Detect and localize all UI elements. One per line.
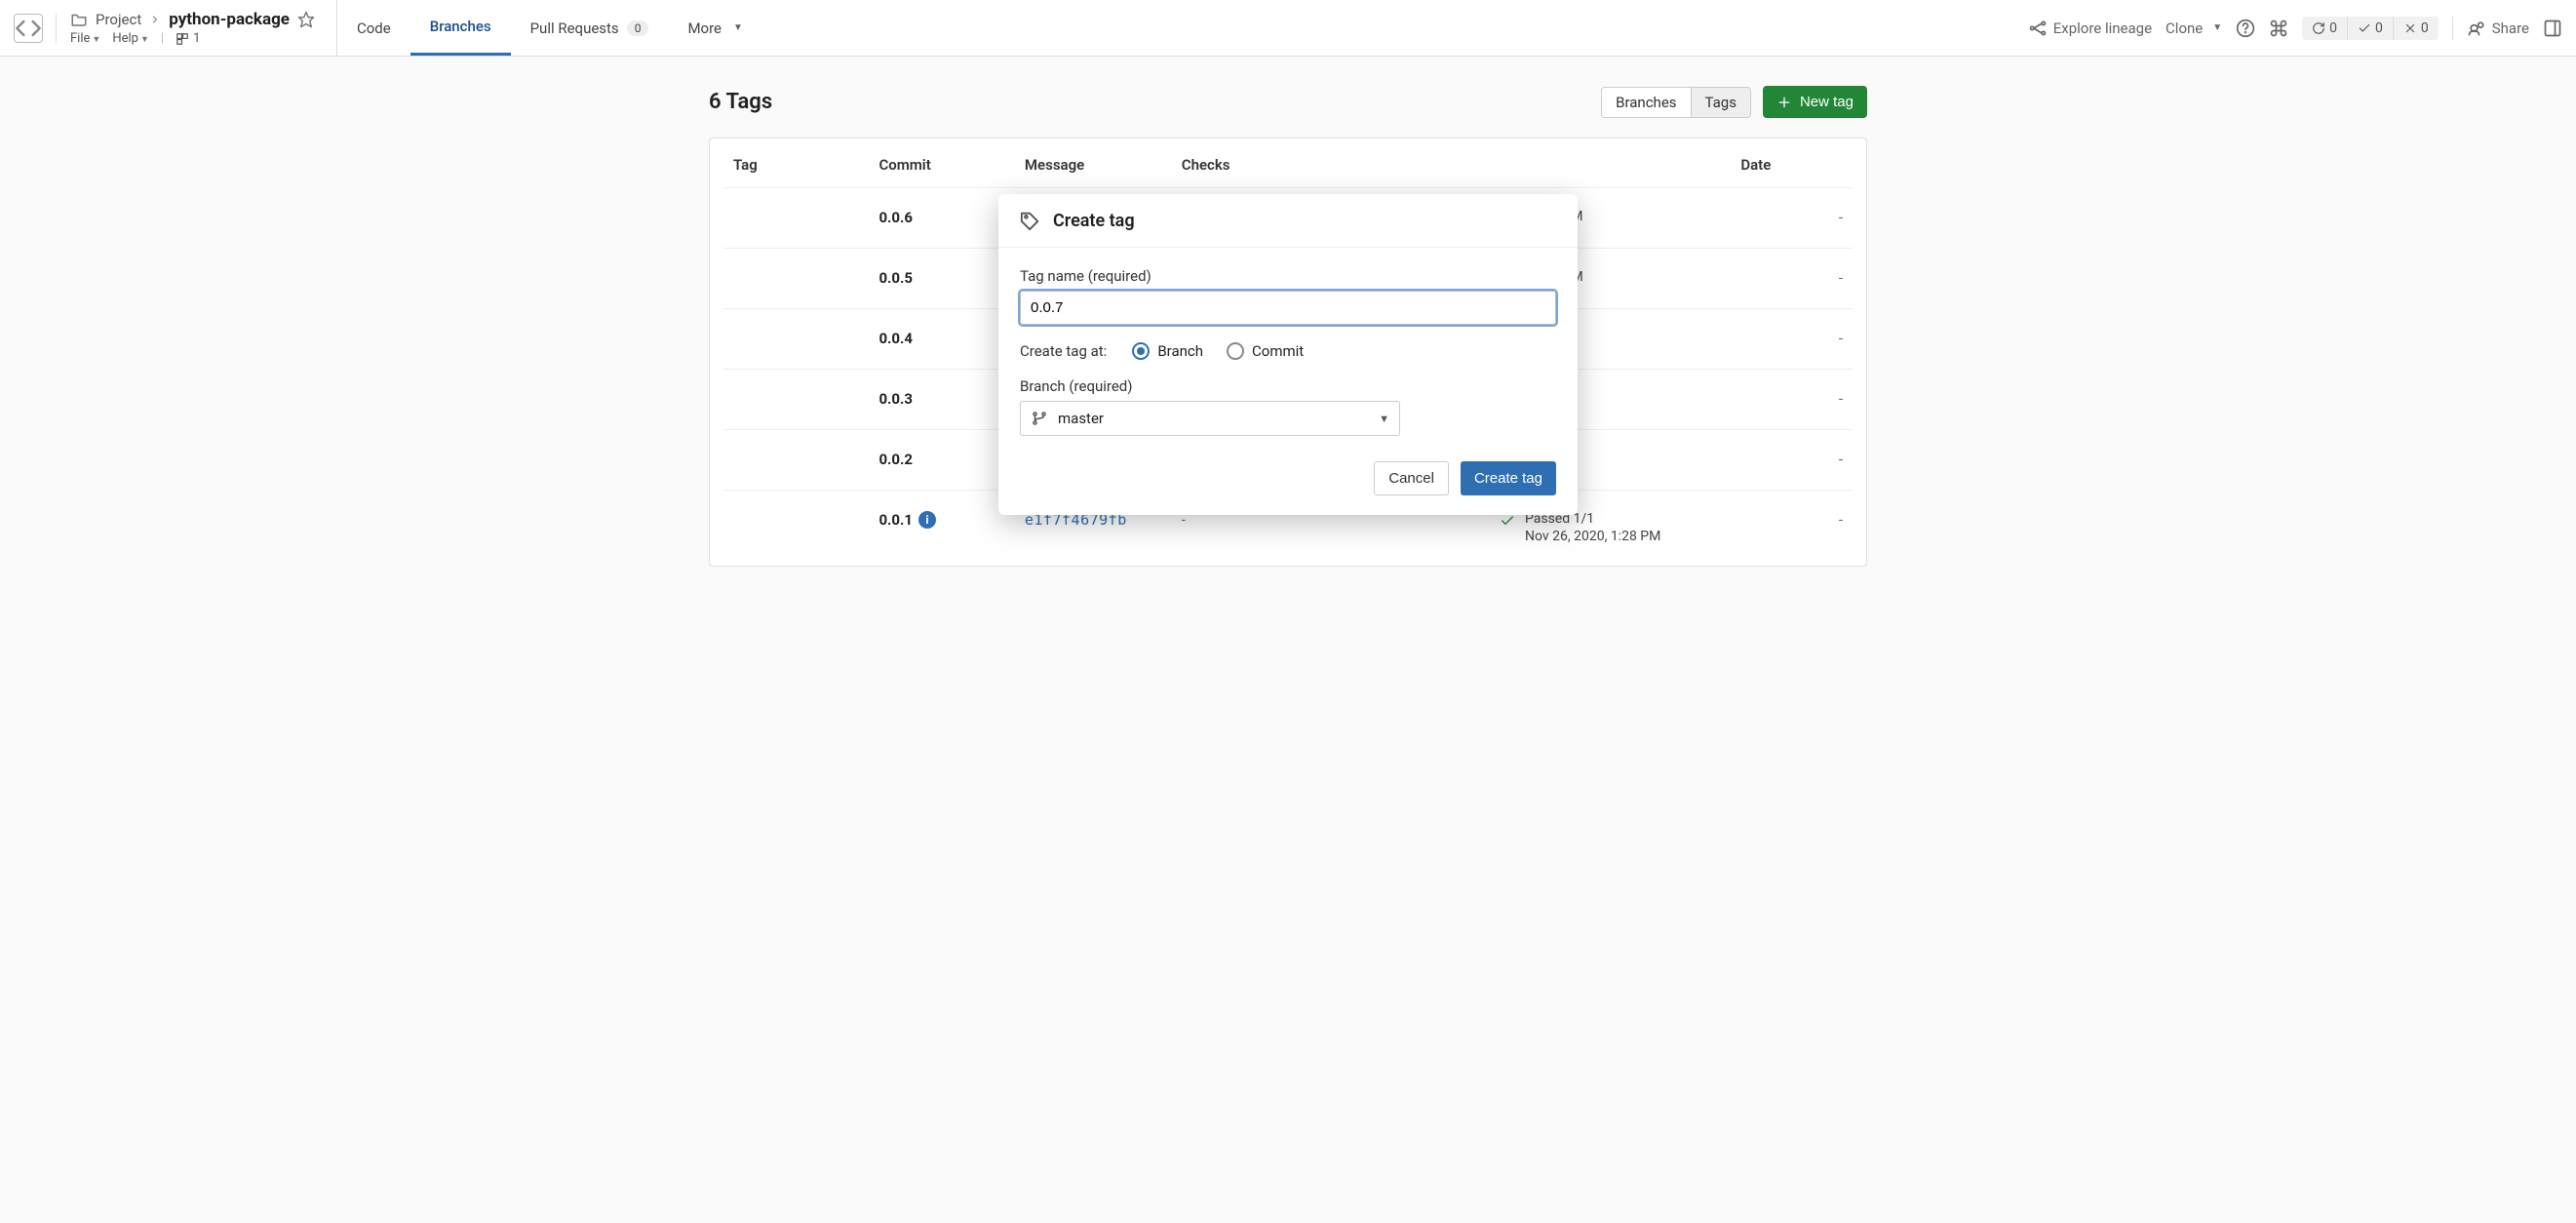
chevron-down-icon: ▼ <box>1379 413 1389 425</box>
file-menu[interactable]: File▼ <box>70 31 100 46</box>
col-checks: Checks <box>1158 138 1476 187</box>
code-icon <box>15 15 42 42</box>
help-menu[interactable]: Help▼ <box>112 31 149 46</box>
status-checks[interactable]: 0 <box>2348 17 2394 40</box>
tab-code[interactable]: Code <box>337 0 410 56</box>
check-small-icon <box>2358 21 2371 35</box>
info-icon[interactable]: i <box>918 511 936 529</box>
col-commit: Commit <box>855 138 1000 187</box>
tag-name[interactable]: 0.0.5 <box>878 269 977 287</box>
panel-icon[interactable] <box>2543 19 2562 38</box>
tab-branches[interactable]: Branches <box>410 0 511 56</box>
create-at-label: Create tag at: <box>1020 342 1107 360</box>
tab-pull-requests[interactable]: Pull Requests 0 <box>511 0 669 56</box>
repo-name[interactable]: python-package <box>169 10 290 29</box>
branch-select-label: Branch (required) <box>1020 377 1556 395</box>
date-cell: - <box>1794 369 1866 429</box>
tag-name-input[interactable] <box>1020 291 1556 325</box>
col-date: Date <box>1476 138 1794 187</box>
date-cell: - <box>1794 187 1866 248</box>
tag-name[interactable]: 0.0.6 <box>878 209 977 226</box>
clone-button[interactable]: Clone▼ <box>2166 20 2222 37</box>
date-cell: - <box>1794 308 1866 369</box>
status-builds[interactable]: 0 <box>2302 17 2348 40</box>
col-tag: Tag <box>710 138 855 187</box>
x-small-icon <box>2403 21 2417 35</box>
tag-icon <box>1020 210 1041 231</box>
windows-icon <box>176 32 189 46</box>
view-segment: Branches Tags <box>1601 87 1751 118</box>
status-group: 0 0 0 <box>2302 17 2439 40</box>
explore-lineage-button[interactable]: Explore lineage <box>2028 19 2152 38</box>
tag-name[interactable]: 0.0.3 <box>878 390 977 408</box>
check-icon <box>1500 513 1515 529</box>
tag-name-label: Tag name (required) <box>1020 267 1556 285</box>
new-tag-button[interactable]: New tag <box>1763 86 1867 118</box>
refresh-icon <box>2312 21 2325 35</box>
help-icon[interactable] <box>2236 19 2255 38</box>
branch-icon <box>1031 410 1048 427</box>
col-message: Message <box>1001 138 1158 187</box>
tab-more[interactable]: More▼ <box>668 0 761 56</box>
radio-branch[interactable]: Branch <box>1132 342 1203 360</box>
tag-name[interactable]: 0.0.1i <box>878 511 977 529</box>
breadcrumb-project[interactable]: Project <box>96 11 141 28</box>
app-logo[interactable] <box>0 14 57 43</box>
nav-tabs: Code Branches Pull Requests 0 More▼ <box>336 0 762 56</box>
command-icon[interactable] <box>2269 19 2288 38</box>
date-cell: - <box>1794 248 1866 308</box>
date-cell: - <box>1794 429 1866 490</box>
share-button[interactable]: Share <box>2467 19 2529 38</box>
segment-branches[interactable]: Branches <box>1602 88 1690 117</box>
breadcrumb: Project python-package <box>70 10 315 29</box>
tag-name[interactable]: 0.0.4 <box>878 330 977 347</box>
lineage-icon <box>2028 19 2048 38</box>
chevron-right-icon <box>149 14 161 25</box>
cancel-button[interactable]: Cancel <box>1374 461 1449 495</box>
check-info: Passed 1/1 Nov 26, 2020, 1:28 PM <box>1525 511 1660 544</box>
top-bar: Project python-package File▼ Help▼ | 1 C… <box>0 0 2576 57</box>
branch-select[interactable]: master ▼ <box>1020 401 1400 436</box>
tag-name[interactable]: 0.0.2 <box>878 451 977 468</box>
star-icon[interactable] <box>297 11 315 28</box>
share-icon <box>2467 19 2486 38</box>
create-tag-submit-button[interactable]: Create tag <box>1461 461 1556 495</box>
page-title: 6 Tags <box>709 90 772 114</box>
create-tag-modal: Create tag Tag name (required) Create ta… <box>998 194 1578 515</box>
modal-title: Create tag <box>1053 211 1135 231</box>
plus-icon <box>1776 95 1792 110</box>
date-cell: - <box>1794 490 1866 566</box>
pr-count-badge: 0 <box>627 20 649 36</box>
radio-commit[interactable]: Commit <box>1227 342 1304 360</box>
open-windows[interactable]: 1 <box>176 31 200 46</box>
segment-tags[interactable]: Tags <box>1691 88 1750 117</box>
folder-icon <box>70 11 88 28</box>
status-fails[interactable]: 0 <box>2394 17 2439 40</box>
